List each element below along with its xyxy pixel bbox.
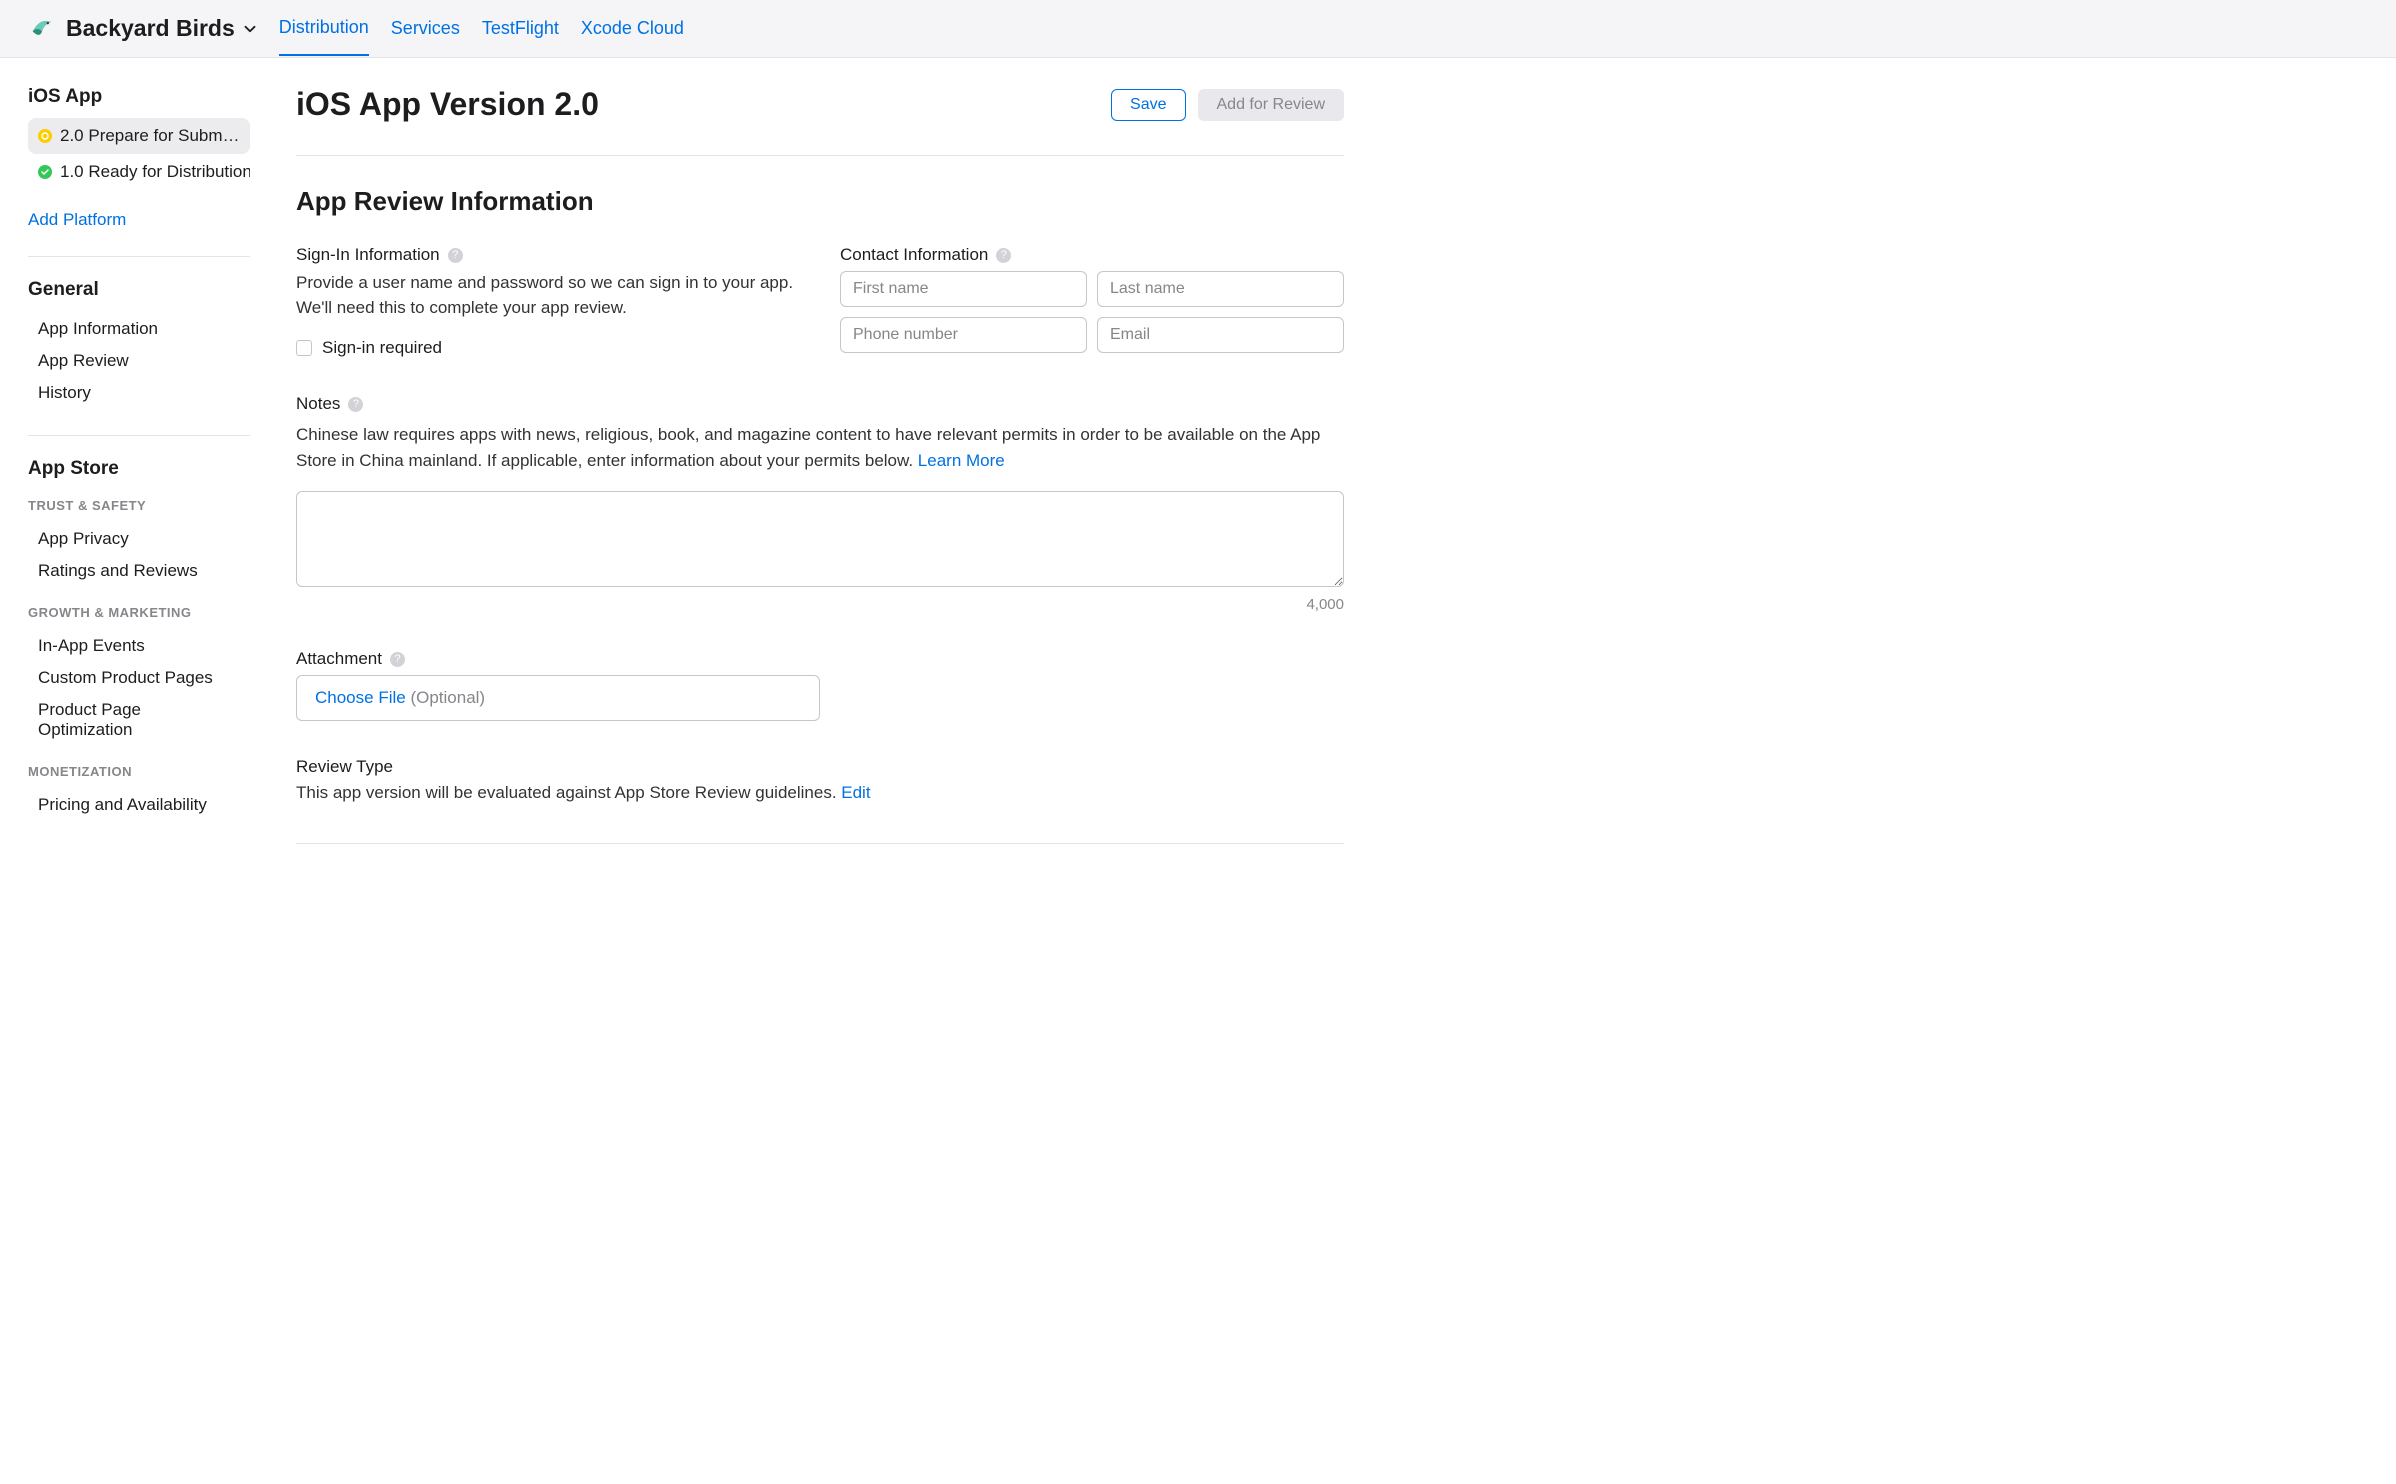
divider: [28, 435, 250, 436]
help-icon[interactable]: ?: [348, 397, 363, 412]
help-icon[interactable]: ?: [390, 652, 405, 667]
sidebar-subtitle-monetization: MONETIZATION: [28, 764, 250, 779]
notes-char-count: 4,000: [296, 596, 1344, 613]
edit-review-type-link[interactable]: Edit: [841, 783, 870, 802]
last-name-field[interactable]: [1097, 271, 1344, 307]
header-tabs: Distribution Services TestFlight Xcode C…: [279, 0, 684, 57]
sidebar-subtitle-growth-marketing: GROWTH & MARKETING: [28, 605, 250, 620]
contact-label: Contact Information ?: [840, 245, 1344, 265]
notes-label: Notes ?: [296, 394, 1344, 414]
review-type-label: Review Type: [296, 757, 1344, 777]
signin-label: Sign-In Information ?: [296, 245, 800, 265]
signin-required-row: Sign-in required: [296, 338, 800, 358]
sidebar-item-product-page-optimization[interactable]: Product Page Optimization: [28, 694, 250, 746]
help-icon[interactable]: ?: [448, 248, 463, 263]
main-content: iOS App Version 2.0 Save Add for Review …: [260, 58, 1380, 904]
sidebar-subtitle-trust-safety: TRUST & SAFETY: [28, 498, 250, 513]
notes-description: Chinese law requires apps with news, rel…: [296, 422, 1344, 473]
add-for-review-button: Add for Review: [1198, 89, 1345, 121]
page-title: iOS App Version 2.0: [296, 86, 599, 123]
tab-testflight[interactable]: TestFlight: [482, 2, 559, 55]
app-icon: [28, 15, 56, 43]
attachment-label: Attachment ?: [296, 649, 1344, 669]
attachment-section: Attachment ? Choose File (Optional): [296, 649, 1344, 721]
page-header: iOS App Version 2.0 Save Add for Review: [296, 86, 1344, 156]
app-name[interactable]: Backyard Birds: [66, 15, 235, 42]
contact-column: Contact Information ?: [840, 245, 1344, 358]
learn-more-link[interactable]: Learn More: [918, 451, 1005, 470]
status-dot-icon: [38, 129, 52, 143]
divider: [296, 843, 1344, 844]
version-label: 2.0 Prepare for Submissi…: [60, 126, 240, 146]
optional-text: (Optional): [410, 688, 485, 707]
phone-field[interactable]: [840, 317, 1087, 353]
sidebar: iOS App 2.0 Prepare for Submissi… 1.0 Re…: [0, 58, 260, 904]
add-platform-link[interactable]: Add Platform: [28, 210, 126, 230]
sidebar-item-history[interactable]: History: [28, 377, 250, 409]
signin-required-checkbox[interactable]: [296, 340, 312, 356]
sidebar-item-app-information[interactable]: App Information: [28, 313, 250, 345]
review-type-text: This app version will be evaluated again…: [296, 783, 1344, 803]
sidebar-item-app-privacy[interactable]: App Privacy: [28, 523, 250, 555]
save-button[interactable]: Save: [1111, 89, 1185, 121]
sidebar-section-appstore: App Store: [28, 458, 250, 480]
email-field[interactable]: [1097, 317, 1344, 353]
tab-xcode-cloud[interactable]: Xcode Cloud: [581, 2, 684, 55]
sidebar-item-app-review[interactable]: App Review: [28, 345, 250, 377]
version-label: 1.0 Ready for Distribution: [60, 162, 250, 182]
top-header: Backyard Birds Distribution Services Tes…: [0, 0, 2396, 58]
status-dot-icon: [38, 165, 52, 179]
sidebar-version-item[interactable]: 2.0 Prepare for Submissi…: [28, 118, 250, 154]
sidebar-item-in-app-events[interactable]: In-App Events: [28, 630, 250, 662]
notes-section: Notes ? Chinese law requires apps with n…: [296, 394, 1344, 613]
first-name-field[interactable]: [840, 271, 1087, 307]
notes-textarea[interactable]: [296, 491, 1344, 587]
tab-distribution[interactable]: Distribution: [279, 1, 369, 56]
sidebar-version-item[interactable]: 1.0 Ready for Distribution: [28, 154, 250, 190]
sidebar-item-custom-product-pages[interactable]: Custom Product Pages: [28, 662, 250, 694]
review-type-section: Review Type This app version will be eva…: [296, 757, 1344, 803]
signin-column: Sign-In Information ? Provide a user nam…: [296, 245, 800, 358]
signin-description: Provide a user name and password so we c…: [296, 271, 800, 320]
sidebar-platform-heading: iOS App: [28, 86, 250, 108]
signin-required-label: Sign-in required: [322, 338, 442, 358]
help-icon[interactable]: ?: [996, 248, 1011, 263]
choose-file-text: Choose File: [315, 688, 406, 707]
sidebar-item-ratings-reviews[interactable]: Ratings and Reviews: [28, 555, 250, 587]
sidebar-section-general: General: [28, 279, 250, 301]
divider: [28, 256, 250, 257]
sidebar-item-pricing-availability[interactable]: Pricing and Availability: [28, 789, 250, 821]
section-title: App Review Information: [296, 186, 1344, 217]
tab-services[interactable]: Services: [391, 2, 460, 55]
page-actions: Save Add for Review: [1111, 89, 1344, 121]
chevron-down-icon[interactable]: [241, 20, 259, 38]
choose-file-button[interactable]: Choose File (Optional): [296, 675, 820, 721]
